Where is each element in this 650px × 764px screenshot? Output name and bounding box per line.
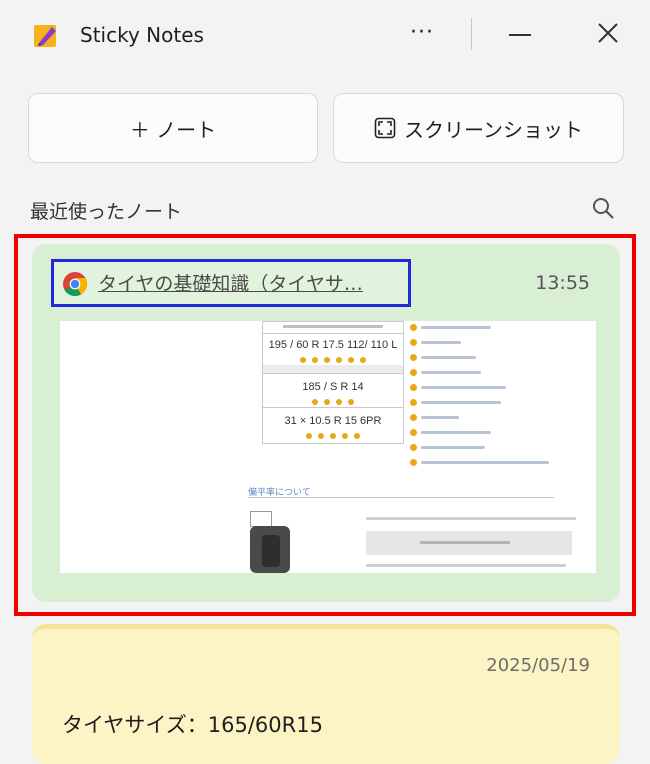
more-options-button[interactable]: ··· bbox=[405, 18, 439, 52]
titlebar-divider bbox=[471, 18, 472, 50]
selection-highlight bbox=[14, 234, 636, 616]
note-card-text[interactable]: 2025/05/19 タイヤサイズ：165/60R15 bbox=[32, 624, 620, 764]
search-icon[interactable] bbox=[590, 195, 618, 223]
note-body-text: タイヤサイズ：165/60R15 bbox=[62, 713, 323, 737]
screenshot-button[interactable]: スクリーンショット bbox=[333, 93, 624, 163]
screenshot-icon bbox=[374, 117, 396, 139]
app-title: Sticky Notes bbox=[80, 23, 204, 47]
minimize-button[interactable] bbox=[500, 18, 540, 52]
close-button[interactable] bbox=[588, 18, 628, 52]
recent-notes-label: 最近使ったノート bbox=[30, 201, 183, 223]
note-date: 2025/05/19 bbox=[486, 655, 590, 676]
title-bar: Sticky Notes ··· bbox=[0, 0, 650, 72]
sticky-notes-app-icon bbox=[34, 25, 56, 47]
minimize-icon bbox=[509, 34, 531, 36]
new-note-button[interactable]: ＋ ノート bbox=[28, 93, 318, 163]
screenshot-label: スクリーンショット bbox=[404, 117, 583, 142]
new-note-label: ＋ ノート bbox=[129, 117, 217, 142]
